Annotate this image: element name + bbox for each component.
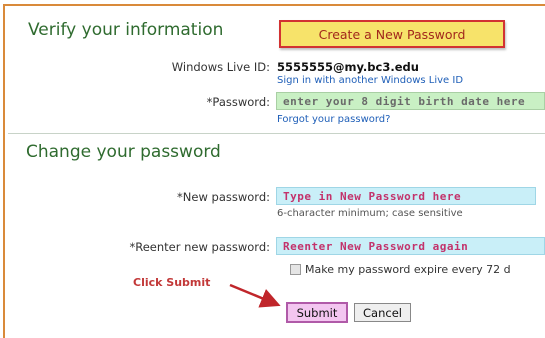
- pointer-arrow-icon: [229, 283, 281, 308]
- click-submit-annotation: Click Submit: [133, 276, 211, 289]
- new-password-hint: 6-character minimum; case sensitive: [277, 208, 463, 219]
- submit-button[interactable]: Submit: [286, 302, 348, 323]
- create-password-callout: Create a New Password: [279, 20, 505, 48]
- sign-in-other-link[interactable]: Sign in with another Windows Live ID: [277, 75, 463, 86]
- section-divider: [8, 133, 545, 134]
- forgot-password-link[interactable]: Forgot your password?: [277, 114, 390, 125]
- expire-label: Make my password expire every 72 d: [305, 263, 511, 276]
- reenter-password-label: *Reenter new password:: [129, 240, 270, 254]
- live-id-value: 5555555@my.bc3.edu: [277, 60, 419, 74]
- expire-checkbox[interactable]: [290, 264, 301, 275]
- verify-section-title: Verify your information: [28, 20, 224, 40]
- live-id-label: Windows Live ID:: [171, 60, 270, 74]
- change-section-title: Change your password: [26, 142, 221, 162]
- password-input[interactable]: enter your 8 digit birth date here: [276, 92, 545, 110]
- new-password-input[interactable]: Type in New Password here: [276, 187, 536, 205]
- cancel-button[interactable]: Cancel: [354, 303, 411, 322]
- password-label: *Password:: [206, 95, 270, 109]
- reenter-password-input[interactable]: Reenter New Password again: [276, 237, 545, 255]
- new-password-label: *New password:: [177, 190, 270, 204]
